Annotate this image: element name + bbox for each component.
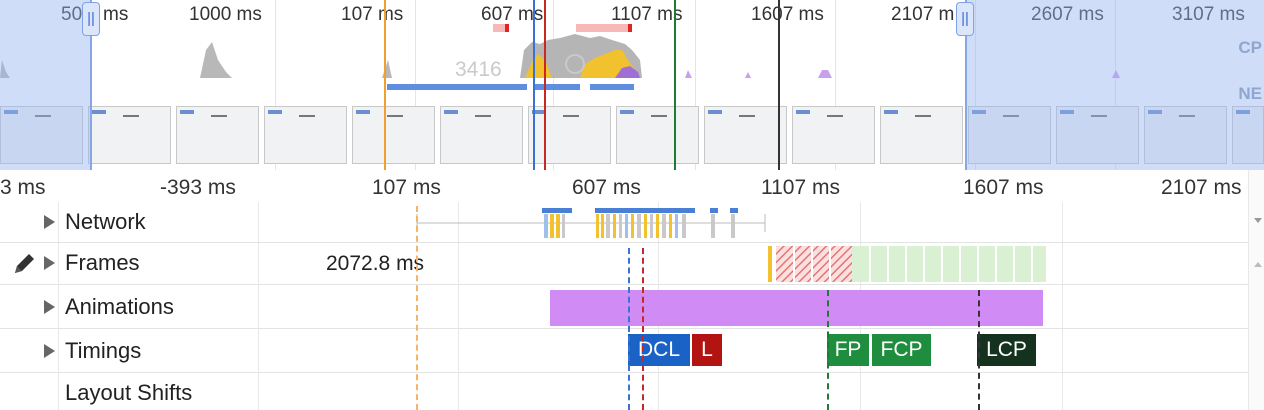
triangle-right-icon[interactable] bbox=[44, 344, 55, 358]
overview-ghost-text: 3416 bbox=[455, 58, 502, 81]
ruler-tick: -393 ms bbox=[160, 176, 236, 199]
net-lane-label: NE bbox=[1238, 84, 1262, 103]
fp-dashed-line bbox=[827, 290, 829, 410]
lcp-marker[interactable]: LCP bbox=[977, 334, 1036, 366]
fcp-marker[interactable]: FCP bbox=[872, 334, 931, 366]
frames-strip bbox=[768, 246, 1046, 282]
ruler-tick: 607 ms bbox=[572, 176, 641, 199]
network-overview-bar bbox=[387, 84, 527, 90]
overview-right-shade bbox=[966, 0, 1264, 170]
lcp-dashed-line bbox=[978, 290, 980, 410]
navigation-start-dashed-line bbox=[416, 206, 418, 410]
track-layout-shifts-label: Layout Shifts bbox=[65, 380, 193, 405]
scroll-down-icon[interactable] bbox=[1254, 218, 1262, 223]
track-timings-label: Timings bbox=[65, 338, 142, 363]
filmstrip-screenshot[interactable] bbox=[88, 106, 171, 164]
triangle-right-icon[interactable] bbox=[44, 256, 55, 270]
frame-duration-label: 2072.8 ms bbox=[326, 252, 425, 275]
timeline-overview[interactable]: 50 ms 1000 ms 107 ms 607 ms 1107 ms 1607… bbox=[0, 0, 1264, 170]
track-network-label: Network bbox=[65, 209, 146, 234]
track-frames[interactable]: Frames 2072.8 ms bbox=[0, 243, 1248, 285]
triangle-right-icon[interactable] bbox=[44, 215, 55, 229]
filmstrip-screenshot[interactable] bbox=[792, 106, 875, 164]
dcl-dashed-line bbox=[628, 248, 630, 410]
navigation-start-line bbox=[384, 0, 386, 170]
filmstrip-screenshot[interactable] bbox=[528, 106, 611, 164]
scroll-up-icon[interactable] bbox=[1254, 262, 1262, 267]
filmstrip-screenshot[interactable] bbox=[264, 106, 347, 164]
load-marker[interactable]: L bbox=[692, 334, 722, 366]
drag-handle-icon[interactable]: || bbox=[82, 2, 100, 36]
network-requests bbox=[416, 208, 766, 238]
ruler-tick: 3 ms bbox=[0, 176, 46, 199]
network-overview-bar bbox=[590, 84, 634, 90]
filmstrip-screenshot[interactable] bbox=[440, 106, 523, 164]
fcp-line bbox=[674, 0, 676, 170]
filmstrip-screenshot[interactable] bbox=[616, 106, 699, 164]
filmstrip-screenshot[interactable] bbox=[352, 106, 435, 164]
fp-marker[interactable]: FP bbox=[827, 334, 869, 366]
track-layout-shifts[interactable]: Layout Shifts bbox=[0, 373, 1248, 410]
pencil-icon[interactable] bbox=[12, 252, 36, 276]
time-ruler: 3 ms -393 ms 107 ms 607 ms 1107 ms 1607 … bbox=[0, 170, 1248, 202]
filmstrip-screenshot[interactable] bbox=[704, 106, 787, 164]
ruler-tick: 107 ms bbox=[372, 176, 441, 199]
track-animations[interactable]: Animations bbox=[0, 285, 1248, 329]
track-timings[interactable]: Timings DCL L FP FCP LCP bbox=[0, 329, 1248, 373]
ruler-tick: 1607 ms bbox=[963, 176, 1044, 199]
lcp-line bbox=[778, 0, 780, 170]
overview-left-shade bbox=[0, 0, 91, 170]
animation-bar[interactable] bbox=[550, 290, 1043, 326]
network-overview-bar bbox=[534, 84, 580, 90]
track-animations-label: Animations bbox=[65, 294, 174, 319]
triangle-right-icon[interactable] bbox=[44, 300, 55, 314]
drag-handle-icon[interactable]: || bbox=[956, 2, 974, 36]
load-dashed-line bbox=[642, 248, 644, 410]
cpu-lane-label: CP bbox=[1238, 38, 1262, 57]
dcl-line bbox=[533, 0, 535, 170]
load-line bbox=[544, 0, 546, 170]
track-frames-label: Frames bbox=[65, 250, 140, 275]
filmstrip-screenshot[interactable] bbox=[176, 106, 259, 164]
dcl-marker[interactable]: DCL bbox=[628, 334, 690, 366]
filmstrip-screenshot[interactable] bbox=[880, 106, 963, 164]
ruler-tick: 1107 ms bbox=[761, 176, 840, 199]
track-network[interactable]: Network bbox=[0, 202, 1248, 243]
ruler-tick: 2107 ms bbox=[1161, 176, 1242, 199]
vertical-scrollbar[interactable] bbox=[1248, 170, 1264, 410]
